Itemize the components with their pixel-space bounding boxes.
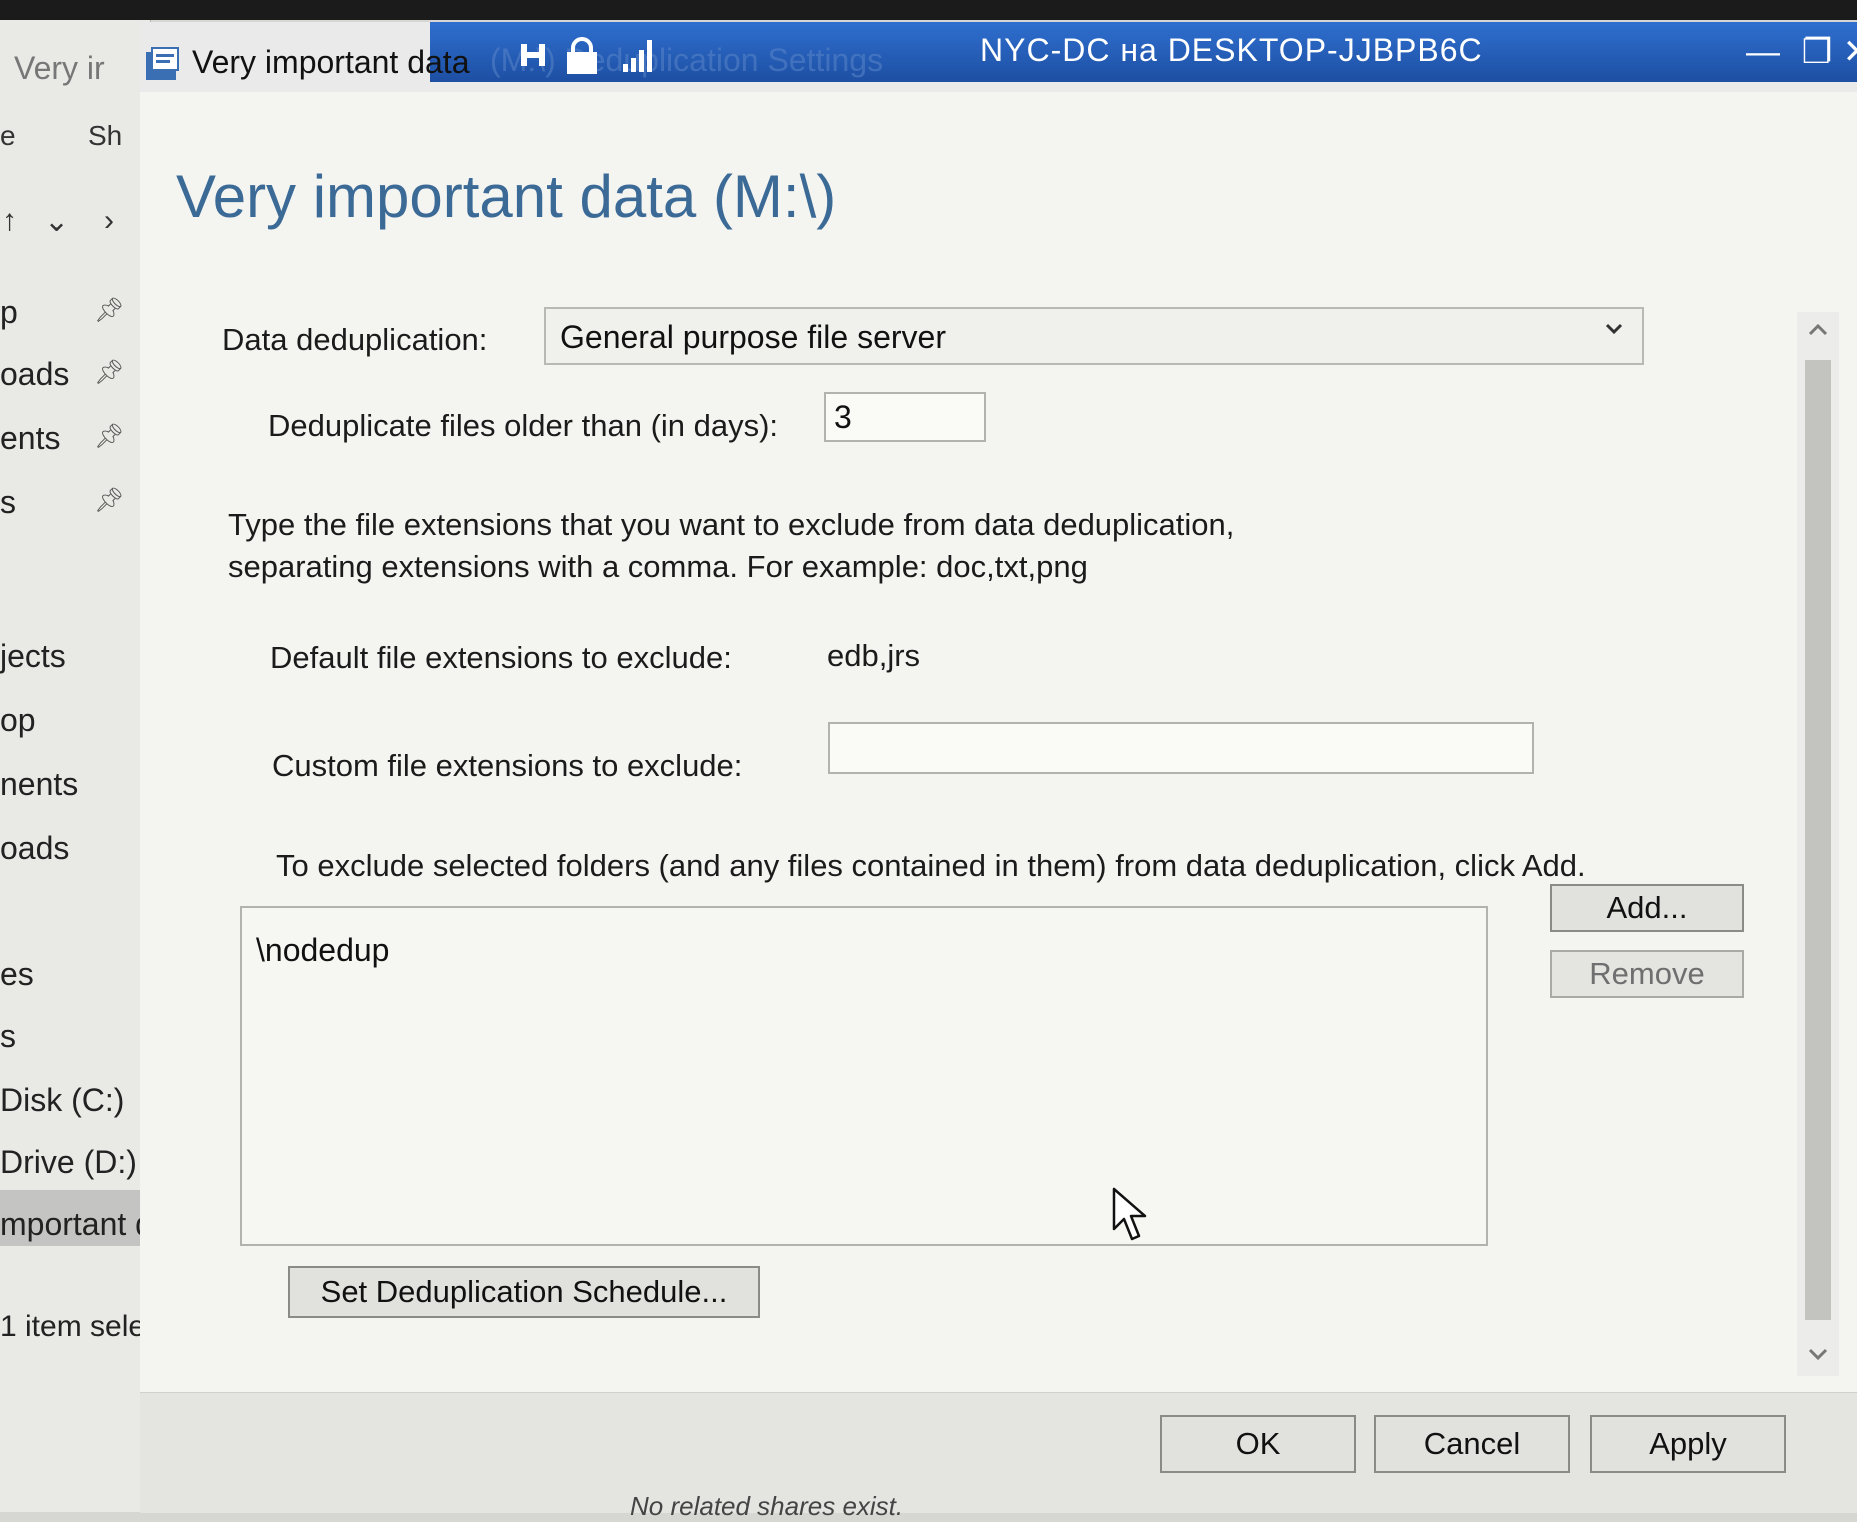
drive-properties-icon: [146, 47, 179, 80]
nav-item[interactable]: p: [0, 294, 18, 331]
nav-item[interactable]: oads: [0, 830, 69, 867]
nav-item[interactable]: ents: [0, 420, 60, 457]
top-screen-bezel: [0, 0, 1857, 20]
extension-instructions: Type the file extensions that you want t…: [228, 507, 1235, 584]
cancel-button[interactable]: Cancel: [1374, 1415, 1570, 1473]
status-bar-text: 1 item selec: [0, 1310, 161, 1343]
chevron-down-icon: [1605, 323, 1623, 335]
title-bar: (M:\) Deduplication Settings Very import…: [140, 22, 1857, 92]
ribbon-tab-partial[interactable]: e: [0, 120, 16, 152]
default-extensions-label: Default file extensions to exclude:: [270, 640, 732, 675]
dedup-type-value: General purpose file server: [560, 319, 946, 355]
pin-icon: 📌︎: [94, 423, 125, 450]
explorer-nav-buttons: ↑ ⌄ ›: [0, 200, 150, 260]
scrollbar-thumb[interactable]: [1805, 360, 1831, 1320]
folders-instruction: To exclude selected folders (and any fil…: [276, 848, 1586, 883]
set-schedule-button[interactable]: Set Deduplication Schedule...: [288, 1266, 760, 1318]
default-extensions-value: edb,jrs: [827, 638, 921, 673]
nav-item[interactable]: nents: [0, 766, 78, 803]
pin-icon: 📌︎: [94, 359, 125, 386]
rdp-connection-icons: [521, 37, 652, 74]
nav-item[interactable]: oads: [0, 356, 69, 393]
up-arrow-icon[interactable]: ↑: [2, 204, 17, 238]
close-icon[interactable]: ✕: [1832, 30, 1857, 74]
mouse-cursor-icon: [1112, 1187, 1147, 1241]
dialog-footer: OK Cancel Apply No related shares exist.: [140, 1392, 1857, 1521]
nav-item[interactable]: op: [0, 702, 36, 739]
pin-bar-icon: [521, 44, 545, 66]
nav-item-selected[interactable]: mportant d: [0, 1206, 153, 1243]
dedup-settings-dialog: (M:\) Deduplication Settings Very import…: [140, 22, 1857, 1521]
excluded-folders-list[interactable]: \nodedup: [240, 906, 1488, 1246]
add-folder-button[interactable]: Add...: [1550, 884, 1744, 932]
nav-item[interactable]: jects: [0, 638, 66, 675]
file-explorer-window: Very ir e Sh ↑ ⌄ › p 📌︎ oads 📌︎ ents 📌︎ …: [0, 20, 167, 1512]
path-dropdown-icon[interactable]: ⌄: [44, 204, 69, 239]
list-item[interactable]: \nodedup: [256, 932, 389, 969]
pin-icon: 📌︎: [94, 297, 125, 324]
scroll-down-icon[interactable]: [1807, 1342, 1829, 1364]
related-shares-note: No related shares exist.: [630, 1491, 904, 1521]
window-title: Very important data: [192, 44, 470, 80]
signal-strength-icon: [623, 40, 652, 72]
remote-connection-label: NYC-DC на DESKTOP-JJBPB6C: [980, 32, 1483, 68]
file-age-input[interactable]: [824, 392, 986, 442]
apply-button[interactable]: Apply: [1590, 1415, 1786, 1473]
nav-item-local-disk[interactable]: Disk (C:): [0, 1082, 124, 1119]
explorer-tab[interactable]: Very ir: [14, 50, 105, 87]
scroll-up-icon[interactable]: [1807, 320, 1829, 342]
custom-extensions-input[interactable]: [828, 722, 1534, 774]
nav-item[interactable]: s: [0, 484, 16, 521]
pin-icon: 📌︎: [94, 487, 125, 514]
page-title: Very important data (M:\): [176, 163, 837, 230]
ribbon-tab-share[interactable]: Sh: [88, 120, 122, 152]
lock-icon: [567, 37, 597, 74]
dedup-type-label: Data deduplication:: [222, 322, 488, 357]
nav-item[interactable]: s: [0, 1018, 16, 1055]
nav-item[interactable]: es: [0, 956, 34, 993]
file-age-label: Deduplicate files older than (in days):: [268, 408, 779, 443]
minimize-icon[interactable]: —: [1738, 30, 1788, 74]
remove-folder-button[interactable]: Remove: [1550, 950, 1744, 998]
dedup-type-select[interactable]: General purpose file server: [544, 307, 1644, 365]
ok-button[interactable]: OK: [1160, 1415, 1356, 1473]
vertical-scrollbar[interactable]: [1797, 312, 1839, 1376]
custom-extensions-label: Custom file extensions to exclude:: [272, 748, 743, 783]
chevron-right-icon[interactable]: ›: [104, 204, 114, 238]
